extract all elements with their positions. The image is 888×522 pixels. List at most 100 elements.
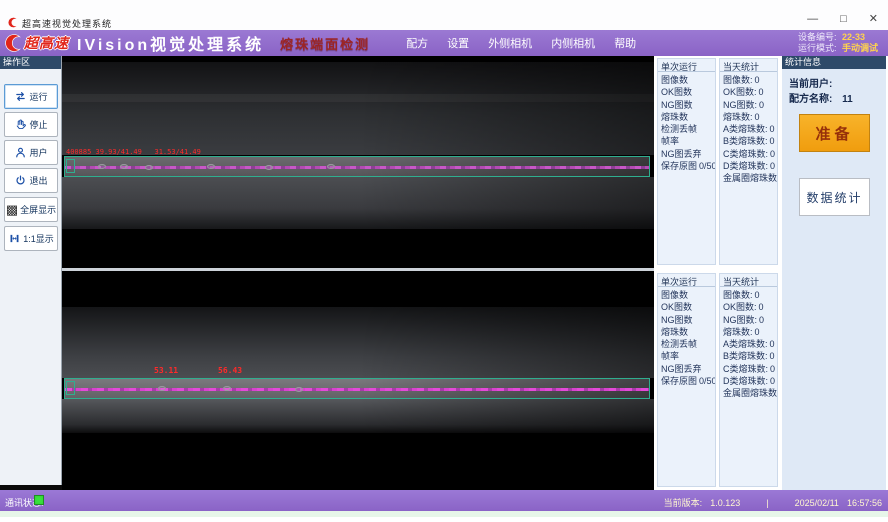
menu-item[interactable]: 外侧相机 bbox=[488, 35, 532, 51]
stat-value: 0 bbox=[759, 100, 764, 110]
stat-value: 0 bbox=[770, 161, 775, 171]
cycle-arrows-icon bbox=[14, 90, 27, 103]
bottom-stats-panel: 单次运行 图像数OK图数NG图数熔珠数检测丢帧帧率NG图丢弃保存原图0/500 … bbox=[654, 271, 780, 490]
measurement-value: 53.11 bbox=[154, 367, 178, 375]
sidebar-title: 操作区 bbox=[0, 56, 61, 69]
close-button[interactable]: ✕ bbox=[869, 13, 878, 25]
stat-row: NG图丢弃 bbox=[661, 363, 715, 375]
stat-label: D类熔珠数: bbox=[723, 161, 768, 171]
stat-label: B类熔珠数: bbox=[723, 136, 768, 146]
stat-row: 保存原图0/500 bbox=[661, 160, 715, 172]
bead-ellipse-marker bbox=[265, 165, 273, 170]
bead-ellipse-marker bbox=[295, 387, 303, 392]
stat-label: NG图数 bbox=[661, 100, 693, 110]
stat-row: 熔珠数 bbox=[661, 111, 715, 123]
stat-row: NG图数 bbox=[661, 314, 715, 326]
measurement-value: 56.43 bbox=[218, 367, 242, 375]
current-user-label: 当前用户: bbox=[789, 79, 832, 90]
roi-rectangle bbox=[64, 378, 650, 399]
run-mode-label: 运行模式: bbox=[798, 43, 837, 53]
top-stats-panel: 单次运行 图像数OK图数NG图数熔珠数检测丢帧帧率NG图丢弃保存原图0/500 … bbox=[654, 56, 780, 268]
roi-sub-rectangle bbox=[66, 381, 75, 395]
prepare-button[interactable]: 准备 bbox=[799, 114, 870, 152]
power-icon bbox=[14, 174, 27, 187]
image-band bbox=[62, 399, 654, 433]
menu-item[interactable]: 配方 bbox=[406, 35, 428, 51]
stat-row: OK图数 bbox=[661, 86, 715, 98]
maximize-button[interactable]: □ bbox=[840, 13, 847, 25]
menu-item[interactable]: 内侧相机 bbox=[551, 35, 595, 51]
stat-label: 保存原图 bbox=[661, 161, 697, 171]
stat-label: 熔珠数 bbox=[661, 112, 688, 122]
stat-value: 0/500 bbox=[699, 376, 715, 386]
statistics-info-panel: 统计信息 当前用户: 配方名称: 11 准备 数据统计 bbox=[780, 56, 886, 490]
image-band bbox=[62, 307, 654, 378]
stat-row: 图像数:0 bbox=[723, 289, 777, 301]
exit-button[interactable]: 退出 bbox=[4, 168, 58, 193]
user-button[interactable]: 用户 bbox=[4, 140, 58, 165]
stat-label: NG图丢弃 bbox=[661, 364, 702, 374]
bead-ellipse-marker bbox=[120, 164, 128, 169]
stat-label: OK图数 bbox=[661, 302, 692, 312]
stat-label: C类熔珠数: bbox=[723, 149, 768, 159]
window-title: 超高速视觉处理系统 bbox=[22, 17, 112, 30]
stat-row: 检测丢帧 bbox=[661, 123, 715, 135]
run-button[interactable]: 运行 bbox=[4, 84, 58, 109]
stat-row: OK图数:0 bbox=[723, 301, 777, 313]
stat-value: 0 bbox=[770, 339, 775, 349]
brand-logo-text: 超高速 bbox=[24, 33, 69, 53]
one-to-one-button-label: 1:1显示 bbox=[23, 232, 54, 245]
data-statistics-button[interactable]: 数据统计 bbox=[799, 178, 870, 216]
stat-label: C类熔珠数: bbox=[723, 364, 768, 374]
camera-viewport: 400885 39.93/41.49 31.53/41.49 bbox=[62, 56, 654, 490]
recipe-name-value: 11 bbox=[842, 94, 853, 105]
stat-row: B类熔珠数:0 bbox=[723, 350, 777, 362]
stat-row: A类熔珠数:0 bbox=[723, 123, 777, 135]
stat-label: 熔珠数: bbox=[723, 327, 753, 337]
application-window: 超高速视觉处理系统 — □ ✕ 超高速 IVision视觉处理系统 熔珠端面检测… bbox=[0, 0, 888, 522]
stat-label: 熔珠数 bbox=[661, 327, 688, 337]
measurement-annotation: 400885 39.93/41.49 31.53/41.49 bbox=[66, 149, 201, 156]
minimize-button[interactable]: — bbox=[807, 13, 818, 25]
version-datetime: 当前版本:1.0.123|2025/02/1116:57:56 bbox=[664, 496, 882, 509]
roi-rectangle bbox=[64, 156, 650, 177]
device-info: 设备编号: 22-33 运行模式: 手动调试 bbox=[798, 32, 878, 54]
stat-row: NG图数:0 bbox=[723, 99, 777, 111]
one-to-one-icon bbox=[8, 232, 21, 245]
daily-stats-group: 当天统计 图像数:0OK图数:0NG图数:0熔珠数:0A类熔珠数:0B类熔珠数:… bbox=[719, 58, 778, 265]
stat-label: OK图数: bbox=[723, 302, 757, 312]
stat-label: 检测丢帧 bbox=[661, 339, 697, 349]
stats-column: 单次运行 图像数OK图数NG图数熔珠数检测丢帧帧率NG图丢弃保存原图0/500 … bbox=[654, 56, 780, 490]
stat-value: 0 bbox=[770, 351, 775, 361]
stat-row: 帧率 bbox=[661, 135, 715, 147]
fullscreen-button-label: 全屏显示 bbox=[20, 203, 56, 216]
bead-ellipse-marker bbox=[98, 164, 106, 169]
stat-value: 0 bbox=[759, 302, 764, 312]
bead-ellipse-marker bbox=[223, 386, 231, 391]
stat-label: A类熔珠数: bbox=[723, 124, 768, 134]
recipe-name-label: 配方名称: bbox=[789, 94, 832, 105]
stat-row: B类熔珠数:0 bbox=[723, 135, 777, 147]
stat-row: NG图数 bbox=[661, 99, 715, 111]
device-number-label: 设备编号: bbox=[798, 32, 837, 42]
menu-item[interactable]: 帮助 bbox=[614, 35, 636, 51]
stat-label: 金属圈熔珠数: bbox=[723, 173, 777, 183]
bead-ellipse-marker bbox=[207, 164, 215, 169]
stat-row: 金属圈熔珠数:0 bbox=[723, 172, 777, 184]
stat-row: C类熔珠数:0 bbox=[723, 148, 777, 160]
stop-button[interactable]: 停止 bbox=[4, 112, 58, 137]
stat-label: 熔珠数: bbox=[723, 112, 753, 122]
panel-separator bbox=[62, 268, 654, 271]
stat-value: 0/500 bbox=[699, 161, 715, 171]
bead-ellipse-marker bbox=[145, 165, 153, 170]
one-to-one-button[interactable]: 1:1显示 bbox=[4, 226, 58, 251]
menu-item[interactable]: 设置 bbox=[447, 35, 469, 51]
fullscreen-button[interactable]: ▩ 全屏显示 bbox=[4, 197, 58, 222]
stat-label: B类熔珠数: bbox=[723, 351, 768, 361]
stat-label: OK图数 bbox=[661, 87, 692, 97]
stat-row: 检测丢帧 bbox=[661, 338, 715, 350]
stat-row: 熔珠数:0 bbox=[723, 326, 777, 338]
bead-ellipse-marker bbox=[158, 386, 166, 391]
brand-swoosh-icon bbox=[4, 34, 22, 52]
stat-row: 金属圈熔珠数:0 bbox=[723, 387, 777, 399]
